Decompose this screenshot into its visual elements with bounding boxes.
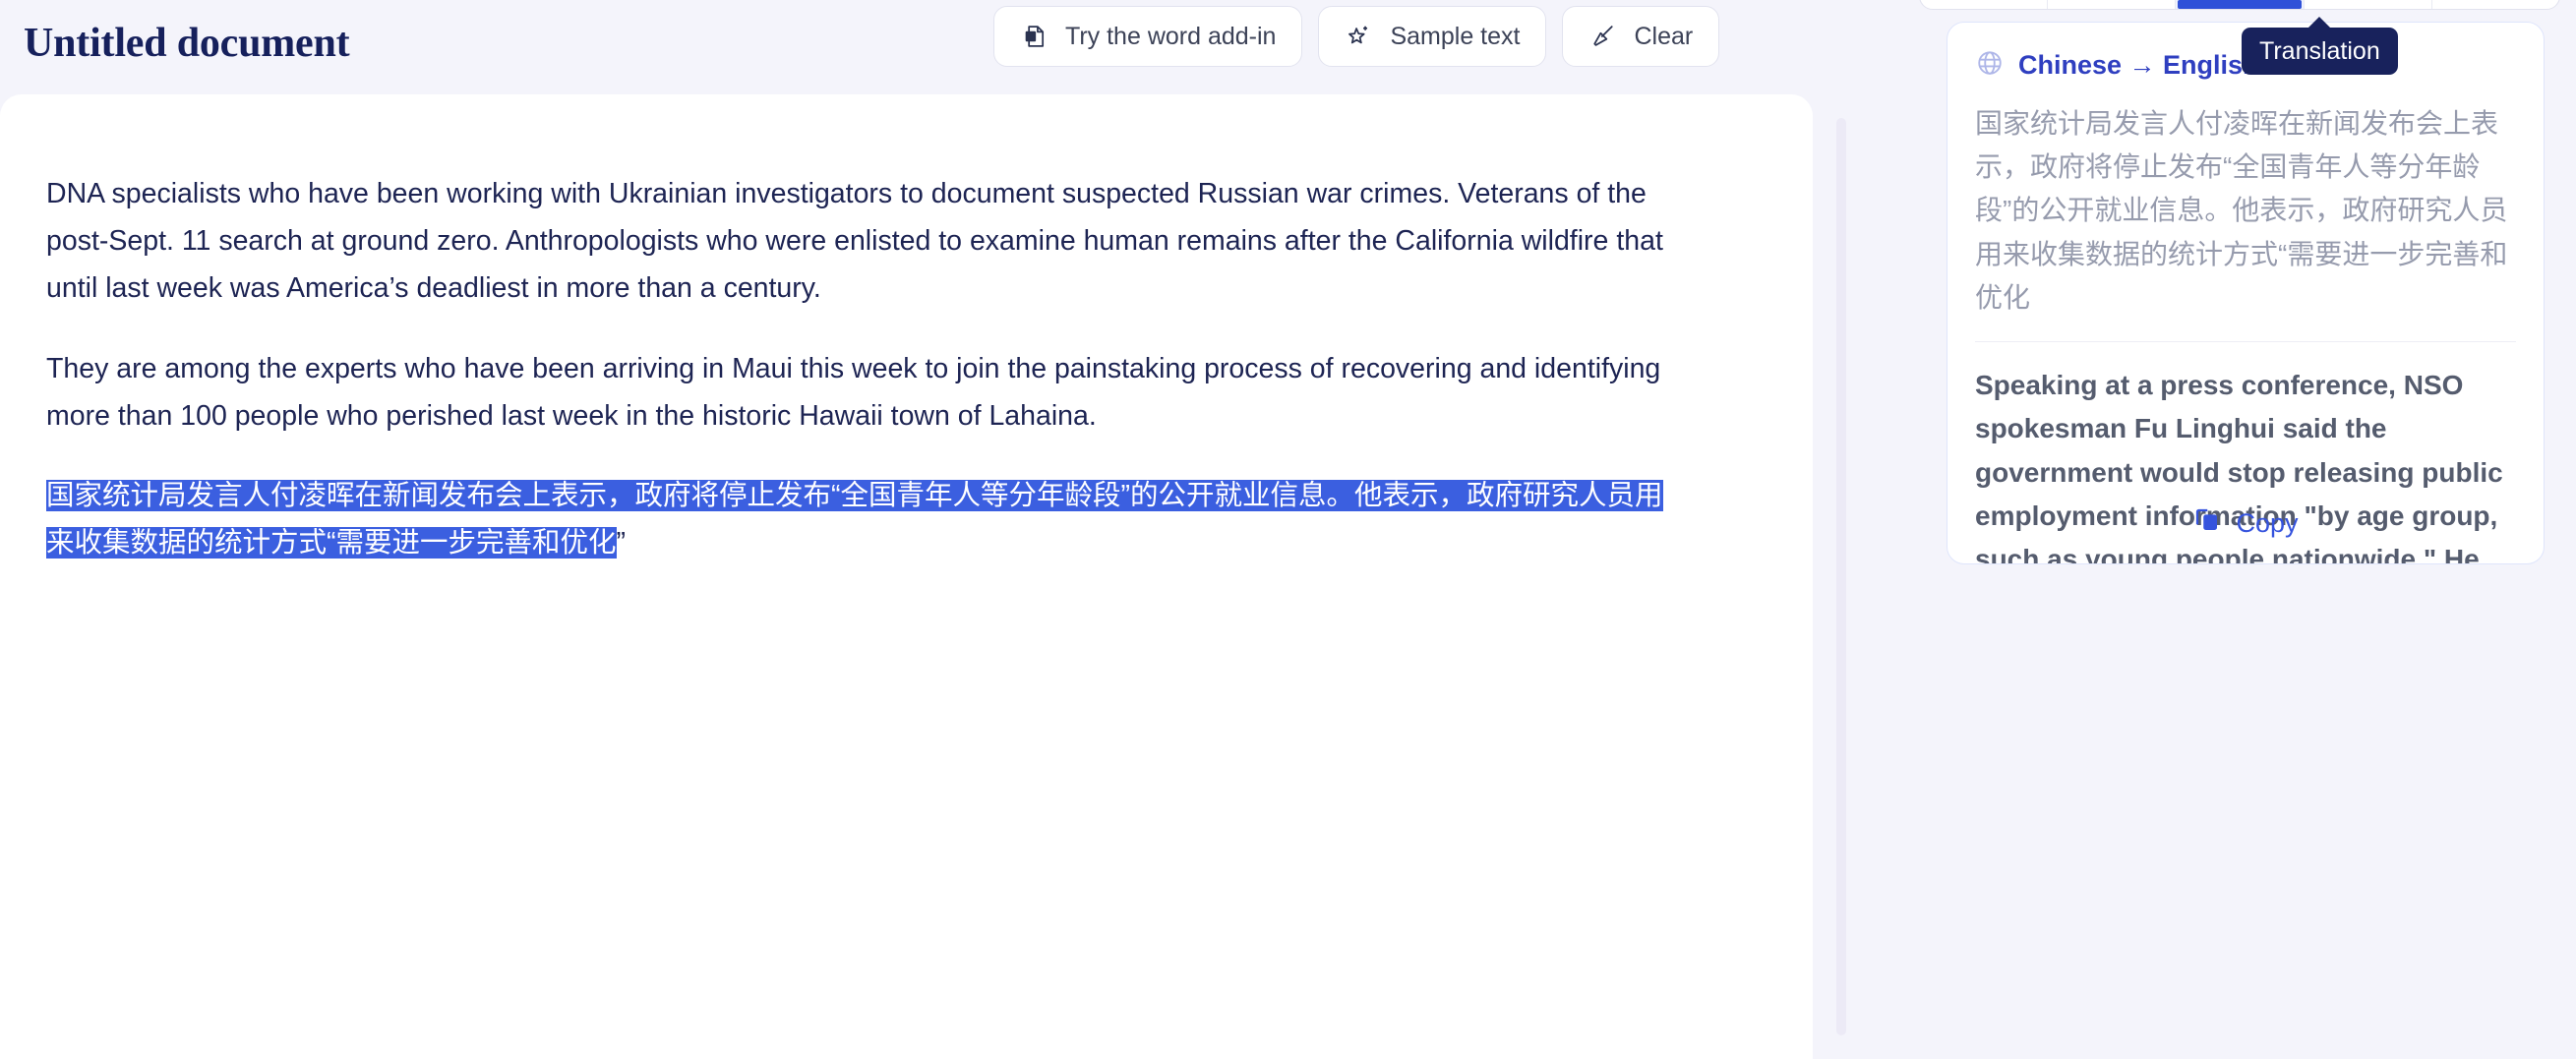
copy-icon	[2192, 505, 2222, 542]
page-title[interactable]: Untitled document	[24, 20, 350, 67]
panel-divider	[1975, 341, 2516, 343]
panel-tabbar[interactable]	[1919, 0, 2560, 10]
paragraph-2: They are among the experts who have been…	[46, 346, 1679, 441]
language-pair-label: Chinese → English	[2018, 50, 2259, 80]
paragraph-2-text: They are among the experts who have been…	[46, 352, 1661, 432]
word-document-icon: W	[1020, 22, 1049, 51]
source-text: 国家统计局发言人付凌晖在新闻发布会上表示，政府将停止发布“全国青年人等分年龄段”…	[1975, 108, 2508, 313]
editor-side: Untitled document W Try the word add-in	[0, 0, 1903, 1059]
sparkle-star-icon	[1345, 22, 1374, 51]
paragraph-3-selected: 国家统计局发言人付凌晖在新闻发布会上表示，政府将停止发布“全国青年人等分年龄段”…	[46, 473, 1679, 567]
selected-text-highlight[interactable]: 国家统计局发言人付凌晖在新闻发布会上表示，政府将停止发布“全国青年人等分年龄段”…	[46, 480, 1663, 559]
paragraph-1: DNA specialists who have been working wi…	[46, 178, 1663, 304]
broom-icon	[1588, 22, 1618, 51]
document-text-area[interactable]: DNA specialists who have been working wi…	[46, 171, 1679, 567]
toolbar: W Try the word add-in Sample text Clear	[993, 6, 1720, 67]
sample-text-label: Sample text	[1390, 22, 1521, 50]
sample-text-button[interactable]: Sample text	[1318, 6, 1547, 67]
panel-tab-2[interactable]	[2048, 0, 2177, 9]
panel-tab-5[interactable]	[2432, 0, 2559, 9]
clear-button[interactable]: Clear	[1562, 6, 1720, 67]
selected-text-tail: ”	[616, 527, 627, 559]
try-word-addin-button[interactable]: W Try the word add-in	[993, 6, 1303, 67]
document-editor[interactable]: DNA specialists who have been working wi…	[0, 94, 1813, 1059]
app-root: Untitled document W Try the word add-in	[0, 0, 2576, 1059]
right-panel: Translation Chinese → English 国家统计局发言人付凌…	[1903, 0, 2576, 1059]
editor-scrollbar[interactable]	[1813, 94, 1903, 1059]
try-word-addin-label: Try the word add-in	[1065, 22, 1277, 50]
editor-toolbar-row: Untitled document W Try the word add-in	[0, 0, 1903, 94]
translation-tooltip: Translation	[2242, 17, 2398, 75]
panel-tab-4[interactable]	[2305, 0, 2432, 9]
copy-button[interactable]: Copy	[1947, 505, 2544, 542]
clear-label: Clear	[1634, 22, 1694, 50]
svg-text:W: W	[1027, 32, 1035, 41]
panel-tab-1[interactable]	[1920, 0, 2049, 9]
globe-icon	[1975, 48, 2005, 83]
panel-tab-translation[interactable]	[2176, 0, 2305, 9]
copy-label: Copy	[2236, 508, 2299, 538]
translation-result-card: Chinese → English 国家统计局发言人付凌晖在新闻发布会上表示，政…	[1947, 22, 2545, 564]
